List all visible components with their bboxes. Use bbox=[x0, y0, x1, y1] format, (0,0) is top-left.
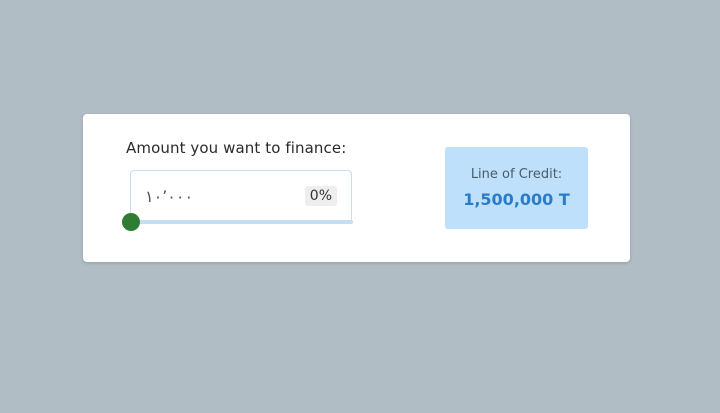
credit-value: 1,500,000 T bbox=[463, 190, 570, 209]
amount-slider-track[interactable] bbox=[131, 220, 353, 224]
amount-value: ۱۰٬۰۰۰ bbox=[145, 187, 194, 206]
percent-badge: 0% bbox=[304, 186, 337, 206]
amount-slider-thumb[interactable] bbox=[123, 214, 139, 230]
line-of-credit-box: Line of Credit: 1,500,000 T bbox=[445, 147, 588, 229]
credit-label: Line of Credit: bbox=[470, 167, 563, 182]
amount-label: Amount you want to finance: bbox=[126, 139, 347, 157]
amount-input[interactable]: ۱۰٬۰۰۰ 0% bbox=[130, 170, 352, 224]
finance-card: Amount you want to finance: ۱۰٬۰۰۰ 0% Li… bbox=[83, 114, 630, 262]
